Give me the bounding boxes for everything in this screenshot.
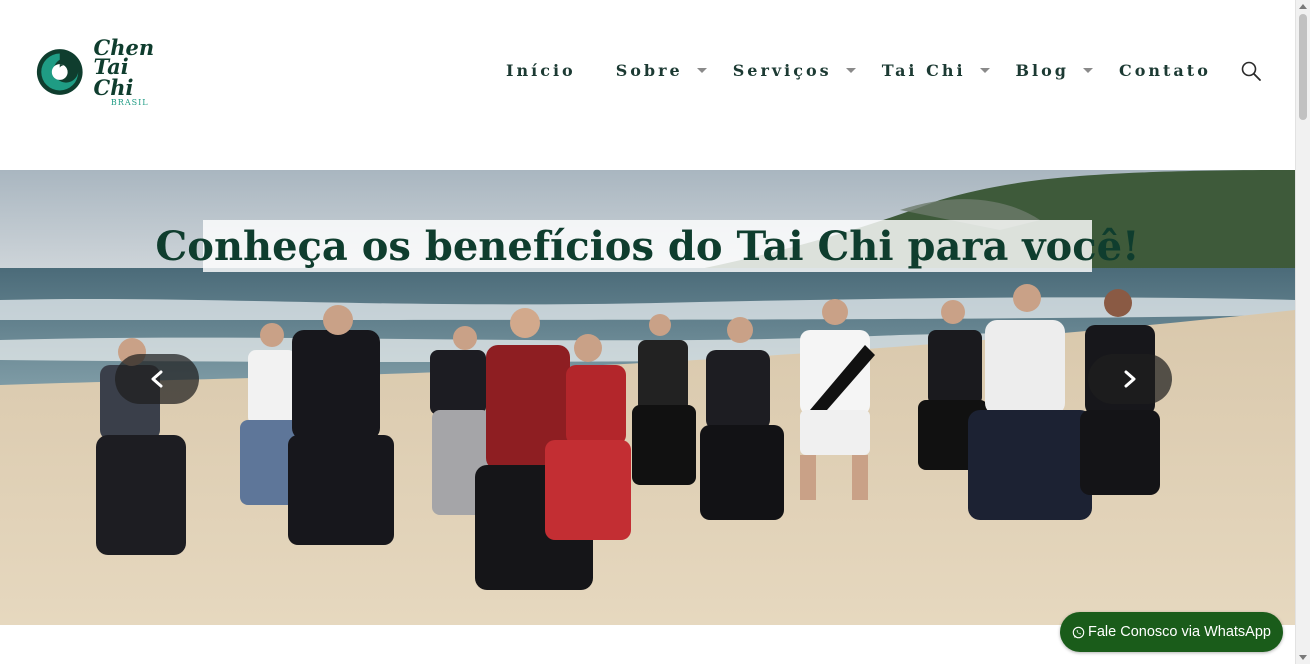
scroll-down-icon[interactable] [1299, 655, 1307, 660]
scroll-up-icon[interactable] [1299, 4, 1307, 9]
logo-line-2: Tai Chi [93, 54, 134, 100]
nav-item-label: Tai Chi [881, 60, 966, 80]
nav-item-inicio[interactable]: Início [506, 61, 576, 80]
chevron-down-icon [845, 67, 856, 73]
logo-wordmark: Chen Tai Chi BRASIL [93, 37, 166, 107]
hero-title-box: Conheça os benefícios do Tai Chi para vo… [155, 220, 1140, 272]
slider-next-button[interactable] [1088, 354, 1172, 404]
nav-item-label: Contato [1119, 60, 1211, 80]
logo-mark-icon [36, 49, 83, 95]
chevron-down-icon [979, 67, 990, 73]
logo-line-3: BRASIL [110, 98, 149, 107]
nav-item-sobre[interactable]: Sobre [616, 61, 707, 80]
hero-title: Conheça os benefícios do Tai Chi para vo… [155, 222, 1140, 270]
main-nav: Início Sobre Serviços Tai Chi Blog Conta… [506, 58, 1211, 82]
nav-item-label: Blog [1015, 60, 1069, 80]
site-header: Chen Tai Chi BRASIL Início Sobre Serviço… [0, 0, 1295, 170]
site-logo[interactable]: Chen Tai Chi BRASIL [36, 37, 166, 107]
page-scrollbar[interactable] [1295, 0, 1310, 664]
search-icon[interactable] [1240, 60, 1262, 82]
hero-slider: Conheça os benefícios do Tai Chi para vo… [0, 170, 1295, 625]
whatsapp-icon [1072, 626, 1085, 638]
chevron-down-icon [696, 67, 707, 73]
nav-item-label: Início [506, 60, 576, 80]
scrollbar-thumb[interactable] [1299, 14, 1307, 120]
nav-item-blog[interactable]: Blog [1016, 61, 1093, 80]
whatsapp-label: Fale Conosco via WhatsApp [1088, 624, 1271, 640]
nav-item-tai-chi[interactable]: Tai Chi [882, 61, 990, 80]
chevron-left-icon [151, 370, 163, 388]
slider-prev-button[interactable] [115, 354, 199, 404]
chevron-down-icon [1083, 67, 1093, 73]
whatsapp-button[interactable]: Fale Conosco via WhatsApp [1060, 612, 1283, 652]
nav-item-contato[interactable]: Contato [1119, 61, 1211, 80]
chevron-right-icon [1124, 370, 1136, 388]
nav-item-servicos[interactable]: Serviços [733, 61, 856, 80]
nav-item-label: Serviços [732, 60, 832, 80]
nav-item-label: Sobre [615, 60, 683, 80]
